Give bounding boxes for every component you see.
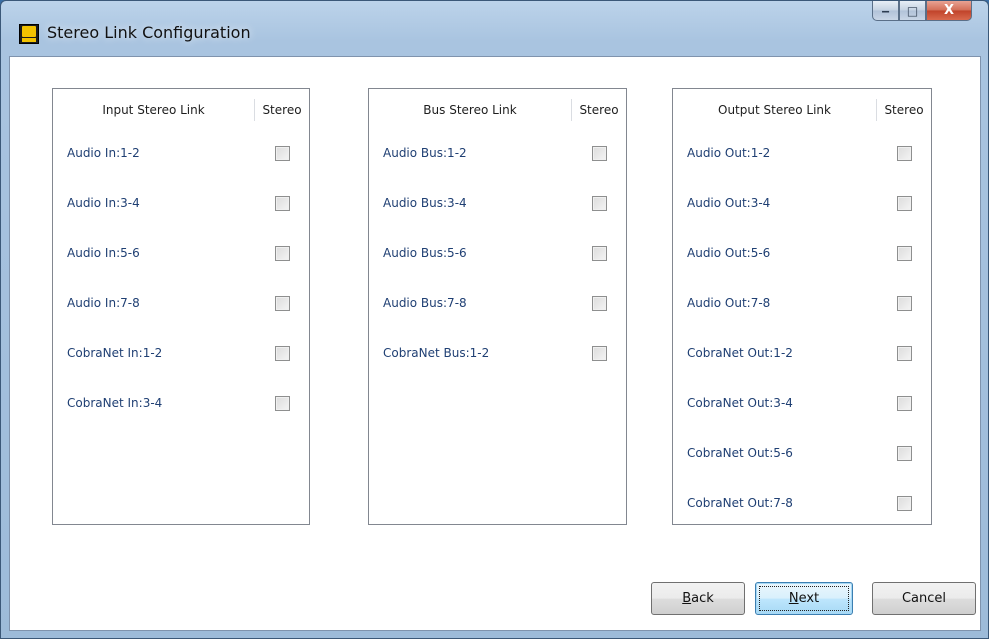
stereo-checkbox[interactable] (896, 495, 912, 511)
panel-header: Input Stereo Link Stereo (53, 89, 309, 131)
row-label: Audio Out:3-4 (687, 196, 771, 210)
back-button-mnemonic: B (682, 591, 692, 606)
stereo-checkbox[interactable] (896, 345, 912, 361)
row-label: Audio Bus:5-6 (383, 246, 467, 260)
panel-title: Bus Stereo Link (369, 99, 572, 121)
stereo-checkbox[interactable] (896, 445, 912, 461)
row-label: CobraNet Out:7-8 (687, 496, 793, 510)
stereo-checkbox[interactable] (896, 245, 912, 261)
row-label: CobraNet Bus:1-2 (383, 346, 490, 360)
stereo-checkbox[interactable] (274, 395, 290, 411)
dialog-window: Stereo Link Configuration ‒ □ X Input St… (0, 0, 989, 639)
row-label: Audio Out:5-6 (687, 246, 771, 260)
list-item: Audio Bus:5-6 (369, 240, 626, 266)
stereo-checkbox[interactable] (896, 295, 912, 311)
stereo-column-header: Stereo (579, 103, 619, 117)
row-label: CobraNet In:3-4 (67, 396, 163, 410)
stereo-checkbox[interactable] (591, 195, 607, 211)
row-label: Audio In:1-2 (67, 146, 140, 160)
row-label: Audio In:7-8 (67, 296, 140, 310)
row-label: Audio Bus:3-4 (383, 196, 467, 210)
list-item: Audio Bus:1-2 (369, 140, 626, 166)
list-item: CobraNet Out:3-4 (673, 390, 931, 416)
list-item: Audio Out:7-8 (673, 290, 931, 316)
row-label: Audio In:5-6 (67, 246, 140, 260)
row-label: CobraNet Out:3-4 (687, 396, 793, 410)
back-button-label: ack (691, 591, 714, 606)
stereo-checkbox[interactable] (896, 195, 912, 211)
row-label: Audio Bus:1-2 (383, 146, 467, 160)
title-bar[interactable]: Stereo Link Configuration ‒ □ X (1, 1, 988, 56)
stereo-checkbox[interactable] (591, 145, 607, 161)
list-item: Audio Bus:7-8 (369, 290, 626, 316)
list-item: Audio In:3-4 (53, 190, 309, 216)
list-item: Audio Bus:3-4 (369, 190, 626, 216)
list-item: CobraNet Out:5-6 (673, 440, 931, 466)
back-button[interactable]: Back (651, 582, 745, 615)
panel-title: Input Stereo Link (53, 99, 255, 121)
stereo-column-header: Stereo (262, 103, 302, 117)
list-item: CobraNet Out:1-2 (673, 340, 931, 366)
next-button[interactable]: Next (755, 582, 853, 615)
list-item: CobraNet In:3-4 (53, 390, 309, 416)
panel-title: Output Stereo Link (673, 99, 877, 121)
list-item: Audio In:7-8 (53, 290, 309, 316)
stereo-checkbox[interactable] (274, 295, 290, 311)
list-item: CobraNet In:1-2 (53, 340, 309, 366)
row-label: Audio In:3-4 (67, 196, 140, 210)
stereo-checkbox[interactable] (591, 245, 607, 261)
app-logo-icon (19, 24, 39, 44)
stereo-checkbox[interactable] (274, 145, 290, 161)
row-label: Audio Out:7-8 (687, 296, 771, 310)
close-button[interactable]: X (926, 1, 972, 21)
row-label: CobraNet Out:1-2 (687, 346, 793, 360)
output-stereo-link-panel: Output Stereo Link Stereo Audio Out:1-2 … (672, 88, 932, 525)
stereo-checkbox[interactable] (274, 195, 290, 211)
maximize-button[interactable]: □ (899, 1, 926, 21)
list-item: Audio Out:3-4 (673, 190, 931, 216)
row-label: CobraNet Out:5-6 (687, 446, 793, 460)
minimize-button[interactable]: ‒ (872, 1, 899, 21)
stereo-checkbox[interactable] (274, 345, 290, 361)
panel-header: Output Stereo Link Stereo (673, 89, 931, 131)
list-item: Audio In:5-6 (53, 240, 309, 266)
stereo-checkbox[interactable] (896, 145, 912, 161)
stereo-checkbox[interactable] (274, 245, 290, 261)
dialog-client-area: Input Stereo Link Stereo Audio In:1-2 Au… (9, 56, 981, 631)
window-title: Stereo Link Configuration (47, 23, 251, 42)
stereo-column-header: Stereo (884, 103, 924, 117)
list-item: Audio Out:1-2 (673, 140, 931, 166)
input-stereo-link-panel: Input Stereo Link Stereo Audio In:1-2 Au… (52, 88, 310, 525)
cancel-button[interactable]: Cancel (872, 582, 976, 615)
stereo-checkbox[interactable] (591, 295, 607, 311)
row-label: Audio Bus:7-8 (383, 296, 467, 310)
row-label: CobraNet In:1-2 (67, 346, 163, 360)
row-label: Audio Out:1-2 (687, 146, 771, 160)
window-controls: ‒ □ X (872, 1, 972, 31)
list-item: Audio In:1-2 (53, 140, 309, 166)
list-item: CobraNet Bus:1-2 (369, 340, 626, 366)
list-item: CobraNet Out:7-8 (673, 490, 931, 516)
stereo-checkbox[interactable] (896, 395, 912, 411)
list-item: Audio Out:5-6 (673, 240, 931, 266)
bus-stereo-link-panel: Bus Stereo Link Stereo Audio Bus:1-2 Aud… (368, 88, 627, 525)
stereo-checkbox[interactable] (591, 345, 607, 361)
panel-header: Bus Stereo Link Stereo (369, 89, 626, 131)
